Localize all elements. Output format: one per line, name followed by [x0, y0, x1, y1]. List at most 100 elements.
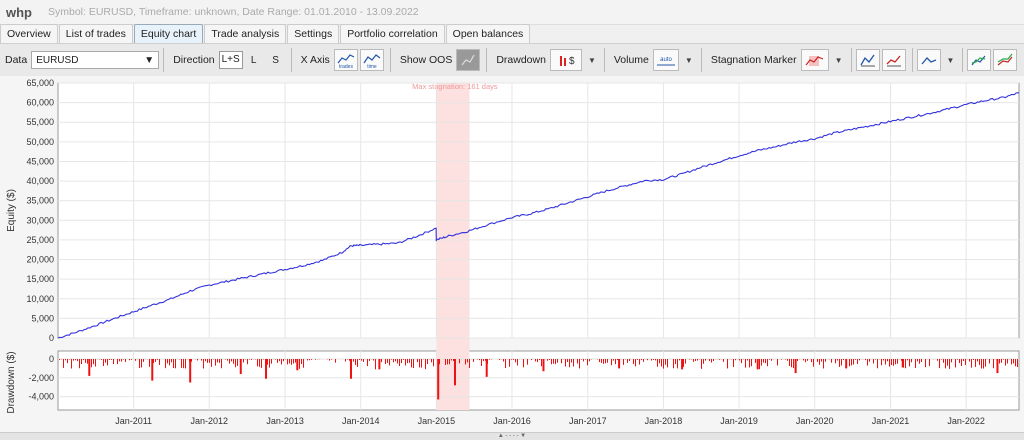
drawdown-bar-minor	[405, 359, 406, 365]
stagnation-marker-button[interactable]	[801, 49, 829, 71]
drawdown-bar-minor	[959, 359, 960, 363]
drawdown-bar-minor	[659, 359, 660, 363]
drawdown-bar-minor	[797, 359, 798, 361]
drawdown-bar-minor	[713, 359, 714, 361]
drawdown-bar-minor	[639, 359, 640, 365]
x-tick-label: Jan-2014	[342, 416, 380, 426]
drawdown-bar-minor	[445, 359, 446, 365]
x-axis-trades-button[interactable]: trades	[334, 49, 358, 71]
drawdown-bar-minor	[203, 359, 204, 369]
tab-list-of-trades[interactable]: List of trades	[59, 24, 133, 43]
drawdown-bar-minor	[95, 359, 96, 366]
equity-y-tick-label: 0	[49, 333, 54, 343]
tab-trade-analysis[interactable]: Trade analysis	[204, 24, 286, 43]
drawdown-bar-minor	[221, 359, 222, 368]
drawdown-bar-minor	[509, 359, 510, 367]
drawdown-bar-minor	[661, 359, 662, 367]
drawdown-bar-minor	[965, 359, 966, 365]
drawdown-bar-minor	[123, 359, 124, 360]
drawdown-bar-minor	[499, 359, 500, 360]
drawdown-bar-minor	[1013, 359, 1014, 363]
drawdown-bar-minor	[483, 359, 484, 361]
drawdown-bar-minor	[85, 359, 86, 363]
drawdown-bar-minor	[883, 359, 884, 360]
drawdown-dropdown-icon[interactable]: ▼	[588, 56, 596, 65]
drawdown-bar-minor	[69, 359, 70, 360]
volume-auto-icon: auto	[655, 52, 677, 68]
drawdown-bar-minor	[243, 359, 244, 362]
drawdown-bar-minor	[291, 359, 292, 365]
drawdown-bar-minor	[131, 359, 132, 360]
drawdown-bar-minor	[353, 359, 354, 362]
drawdown-bar-minor	[943, 359, 944, 363]
portfolio-chart-button[interactable]	[993, 49, 1017, 71]
drawdown-bar-minor	[755, 359, 756, 363]
drawdown-bar-minor	[531, 359, 532, 360]
drawdown-bar-minor	[363, 359, 364, 362]
drawdown-bar-minor	[789, 359, 790, 366]
drawdown-bar-minor	[867, 359, 868, 366]
drawdown-bar-minor	[763, 359, 764, 363]
toolbar-separator	[604, 48, 605, 72]
drawdown-bar-minor	[547, 359, 548, 361]
drawdown-axis-title: Drawdown ($)	[6, 351, 17, 413]
show-oos-button[interactable]	[456, 49, 480, 71]
equity-y-tick-label: 35,000	[26, 196, 54, 206]
chart-mode-button[interactable]	[917, 49, 941, 71]
volume-dropdown-icon[interactable]: ▼	[685, 56, 693, 65]
drawdown-button[interactable]: $	[550, 49, 582, 71]
stagnation-dropdown-icon[interactable]: ▼	[835, 56, 843, 65]
chart-style-button-2[interactable]	[882, 49, 906, 71]
direction-option-short[interactable]: S	[265, 55, 287, 66]
direction-option-long-short[interactable]: L+S	[219, 51, 243, 69]
drawdown-bar-minor	[601, 359, 602, 363]
drawdown-bar-minor	[735, 359, 736, 360]
drawdown-bar-minor	[921, 359, 922, 362]
toolbar-separator	[912, 48, 913, 72]
drawdown-bar-minor	[765, 359, 766, 363]
drawdown-bar-minor	[267, 359, 268, 365]
drawdown-bar-minor	[489, 359, 490, 360]
drawdown-bar-minor	[573, 359, 574, 366]
tab-settings[interactable]: Settings	[287, 24, 339, 43]
drawdown-bar-minor	[237, 359, 238, 366]
x-tick-label: Jan-2013	[266, 416, 304, 426]
x-axis-trades-text: trades	[339, 64, 353, 69]
drawdown-bar-minor	[511, 359, 512, 360]
tab-equity-chart[interactable]: Equity chart	[134, 24, 203, 43]
drawdown-bar-minor	[679, 359, 680, 360]
drawdown-bar-minor	[279, 359, 280, 361]
data-select[interactable]: EURUSD ▼	[31, 51, 159, 69]
tab-open-balances[interactable]: Open balances	[446, 24, 531, 43]
chart-mode-dropdown-icon[interactable]: ▼	[947, 56, 955, 65]
drawdown-bar-minor	[739, 359, 740, 360]
drawdown-bar-minor	[839, 359, 840, 367]
drawdown-bar-minor	[451, 359, 452, 360]
drawdown-bar-minor	[565, 359, 566, 366]
drawdown-bar	[996, 359, 998, 373]
x-axis-time-button[interactable]: time	[360, 49, 384, 71]
stagnation-icon	[805, 52, 825, 68]
volume-auto-text: auto	[660, 57, 672, 63]
drawdown-bar-minor	[875, 359, 876, 360]
direction-option-long[interactable]: L	[243, 55, 265, 66]
x-axis-label: X Axis	[301, 54, 330, 66]
drawdown-bar	[486, 359, 488, 377]
tab-portfolio-correlation[interactable]: Portfolio correlation	[340, 24, 444, 43]
drawdown-bar-minor	[823, 359, 824, 368]
drawdown-bar-minor	[59, 359, 60, 360]
x-tick-label: Jan-2020	[796, 416, 834, 426]
drawdown-bar-minor	[249, 359, 250, 360]
drawdown-bar-minor	[1017, 359, 1018, 367]
drawdown-bar-minor	[175, 359, 176, 368]
drawdown-bar-minor	[993, 359, 994, 368]
compare-chart-button[interactable]	[967, 49, 991, 71]
drawdown-y-tick-label: -2,000	[28, 373, 54, 383]
volume-button[interactable]: auto	[653, 49, 679, 71]
chart-style-button-1[interactable]	[856, 49, 880, 71]
drawdown-bar-minor	[831, 359, 832, 363]
drawdown-bar-minor	[849, 359, 850, 366]
drawdown-bar-minor	[527, 359, 528, 365]
drawdown-bar-minor	[139, 359, 140, 368]
tab-overview[interactable]: Overview	[0, 24, 58, 43]
